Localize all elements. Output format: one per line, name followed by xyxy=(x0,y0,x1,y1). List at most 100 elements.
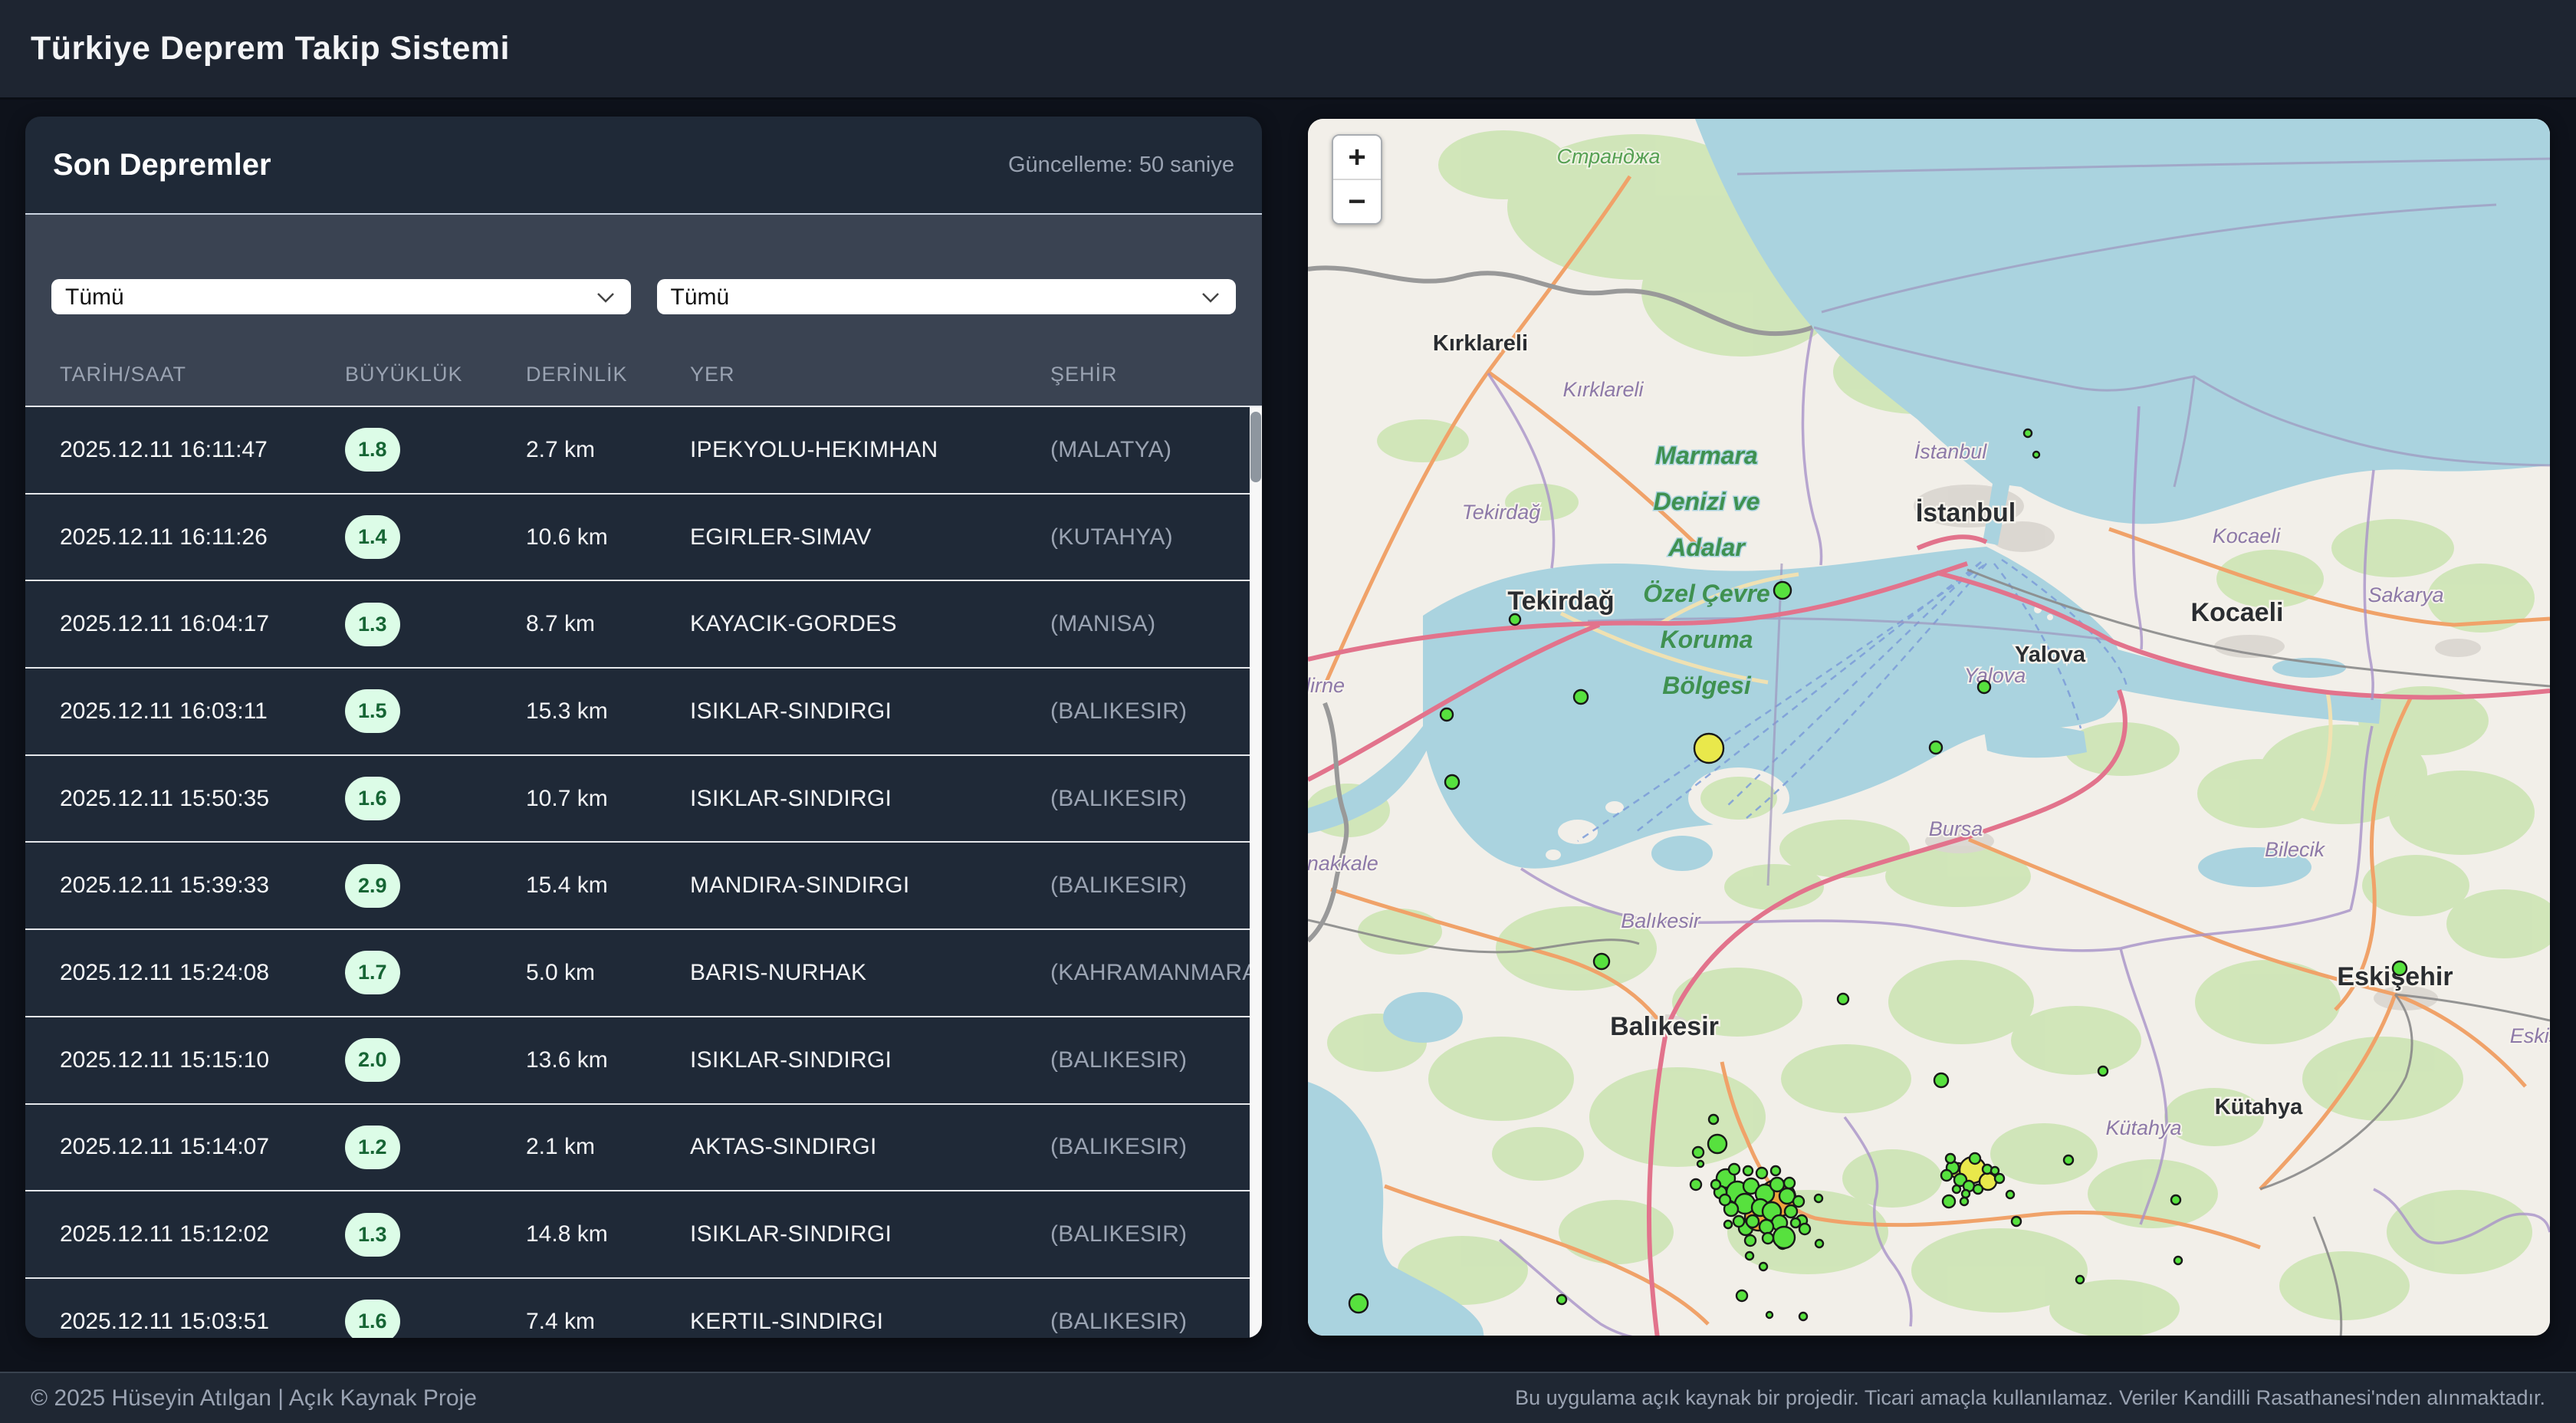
earthquake-marker[interactable] xyxy=(1773,1227,1795,1248)
earthquake-marker[interactable] xyxy=(1709,1115,1718,1124)
scrollbar-thumb[interactable] xyxy=(1250,412,1261,482)
earthquake-marker[interactable] xyxy=(1784,1178,1795,1188)
earthquake-marker[interactable] xyxy=(1970,1153,1980,1164)
map-label: Kütahya xyxy=(2105,1116,2181,1139)
table-row[interactable]: 2025.12.11 15:14:071.22.1 kmAKTAS-SINDIR… xyxy=(25,1105,1262,1192)
table-row[interactable]: 2025.12.11 16:04:171.38.7 kmKAYACIK-GORD… xyxy=(25,581,1262,669)
cell-city: (BALIKESIR) xyxy=(1050,1134,1262,1160)
map-label: Странджа xyxy=(1556,145,1660,168)
table-row[interactable]: 2025.12.11 15:39:332.915.4 kmMANDIRA-SIN… xyxy=(25,843,1262,930)
earthquake-marker[interactable] xyxy=(1815,1240,1823,1247)
earthquake-marker[interactable] xyxy=(1763,1233,1773,1244)
earthquake-marker[interactable] xyxy=(1774,582,1791,599)
earthquake-marker[interactable] xyxy=(1756,1168,1767,1178)
earthquake-marker[interactable] xyxy=(1733,1216,1744,1227)
earthquake-marker[interactable] xyxy=(1743,1166,1753,1175)
earthquake-marker[interactable] xyxy=(2012,1217,2021,1226)
map[interactable]: СтранджаKırklareliKırklarelidirneTekirda… xyxy=(1308,119,2550,1336)
cell-magnitude: 1.8 xyxy=(345,428,526,472)
earthquake-marker[interactable] xyxy=(2076,1276,2084,1283)
earthquake-marker[interactable] xyxy=(1349,1294,1368,1313)
earthquake-marker[interactable] xyxy=(1799,1224,1810,1234)
map-label: Çanakkale xyxy=(1308,852,1378,875)
earthquake-marker[interactable] xyxy=(1746,1215,1759,1227)
earthquake-marker[interactable] xyxy=(1445,775,1459,789)
earthquake-marker[interactable] xyxy=(2006,1191,2014,1198)
cell-datetime: 2025.12.11 16:11:47 xyxy=(60,437,345,463)
footer-copyright: © 2025 Hüseyin Atılgan | Açık Kaynak Pro… xyxy=(31,1385,477,1411)
top-header-bar: Türkiye Deprem Takip Sistemi xyxy=(0,0,2576,100)
earthquake-marker[interactable] xyxy=(1745,1235,1756,1246)
cell-city: (BALIKESIR) xyxy=(1050,698,1262,725)
lake-sapanca xyxy=(2272,658,2346,678)
earthquake-marker[interactable] xyxy=(1694,734,1723,763)
earthquake-marker[interactable] xyxy=(1793,1196,1804,1207)
table-row[interactable]: 2025.12.11 15:15:102.013.6 kmISIKLAR-SIN… xyxy=(25,1017,1262,1105)
earthquake-marker[interactable] xyxy=(1737,1290,1747,1301)
earthquake-marker[interactable] xyxy=(1815,1195,1822,1202)
earthquake-marker[interactable] xyxy=(1557,1295,1566,1304)
earthquake-marker[interactable] xyxy=(1510,614,1520,625)
earthquake-marker[interactable] xyxy=(2174,1257,2182,1264)
earthquake-marker[interactable] xyxy=(1708,1135,1727,1153)
magnitude-filter-select[interactable]: Tümü xyxy=(51,279,631,314)
earthquake-marker[interactable] xyxy=(1693,1147,1704,1158)
earthquake-marker[interactable] xyxy=(1934,1073,1948,1087)
earthquake-marker[interactable] xyxy=(1697,1161,1704,1167)
earthquake-marker[interactable] xyxy=(1441,708,1453,721)
earthquake-marker[interactable] xyxy=(2098,1066,2108,1076)
table-scrollbar[interactable] xyxy=(1250,407,1262,1338)
earthquake-marker[interactable] xyxy=(1785,1205,1797,1218)
earthquake-marker[interactable] xyxy=(1594,954,1609,969)
cell-city: (MALATYA) xyxy=(1050,437,1262,463)
map-label: Eskiş xyxy=(2510,1024,2550,1047)
map-label: Yalova xyxy=(1964,664,2026,687)
table-row[interactable]: 2025.12.11 16:11:261.410.6 kmEGIRLER-SIM… xyxy=(25,495,1262,582)
cell-datetime: 2025.12.11 15:50:35 xyxy=(60,786,345,812)
earthquake-marker[interactable] xyxy=(1746,1252,1753,1260)
earthquake-marker[interactable] xyxy=(1729,1164,1740,1175)
earthquake-marker[interactable] xyxy=(1995,1174,2004,1183)
cell-city: (MANISA) xyxy=(1050,611,1262,637)
earthquake-marker[interactable] xyxy=(1962,1190,1970,1198)
table-row[interactable]: 2025.12.11 16:03:111.515.3 kmISIKLAR-SIN… xyxy=(25,669,1262,756)
cell-depth: 15.3 km xyxy=(526,698,690,725)
earthquake-marker[interactable] xyxy=(1930,741,1942,754)
table-row[interactable]: 2025.12.11 15:12:021.314.8 kmISIKLAR-SIN… xyxy=(25,1191,1262,1279)
earthquake-marker[interactable] xyxy=(1838,994,1848,1004)
earthquake-marker[interactable] xyxy=(1941,1170,1952,1181)
earthquake-marker[interactable] xyxy=(2393,961,2407,975)
earthquake-marker[interactable] xyxy=(1978,681,1990,693)
earthquake-marker[interactable] xyxy=(1691,1179,1701,1190)
earthquake-marker[interactable] xyxy=(1943,1195,1955,1208)
earthquake-marker[interactable] xyxy=(2033,452,2039,458)
table-row[interactable]: 2025.12.11 15:03:511.67.4 kmKERTIL-SINDI… xyxy=(25,1279,1262,1338)
earthquake-marker[interactable] xyxy=(2024,429,2032,437)
zoom-in-button[interactable]: + xyxy=(1333,136,1381,179)
earthquake-marker[interactable] xyxy=(1760,1263,1767,1270)
earthquake-marker[interactable] xyxy=(1766,1312,1773,1318)
table-row[interactable]: 2025.12.11 15:24:081.75.0 kmBARIS-NURHAK… xyxy=(25,930,1262,1017)
zoom-out-button[interactable]: − xyxy=(1333,180,1381,223)
earthquake-marker[interactable] xyxy=(1799,1313,1807,1320)
col-datetime: TARİH/SAAT xyxy=(60,363,345,386)
earthquake-marker[interactable] xyxy=(2171,1195,2180,1204)
table-row[interactable]: 2025.12.11 16:11:471.82.7 kmIPEKYOLU-HEK… xyxy=(25,407,1262,495)
earthquake-marker[interactable] xyxy=(1760,1220,1773,1234)
earthquake-marker[interactable] xyxy=(1574,690,1588,704)
magnitude-badge: 1.8 xyxy=(345,428,400,472)
earthquake-marker[interactable] xyxy=(1960,1198,1968,1205)
earthquake-marker[interactable] xyxy=(1711,1180,1720,1189)
earthquake-marker[interactable] xyxy=(1973,1185,1983,1194)
earthquake-marker[interactable] xyxy=(1791,1218,1800,1227)
earthquake-marker[interactable] xyxy=(1720,1195,1730,1205)
earthquake-marker[interactable] xyxy=(1953,1185,1960,1193)
earthquake-marker[interactable] xyxy=(1724,1221,1732,1228)
cell-place: ISIKLAR-SINDIRGI xyxy=(690,1047,1050,1073)
earthquake-marker[interactable] xyxy=(1771,1166,1780,1175)
table-row[interactable]: 2025.12.11 15:50:351.610.7 kmISIKLAR-SIN… xyxy=(25,756,1262,843)
city-filter-select[interactable]: Tümü xyxy=(657,279,1237,314)
cell-datetime: 2025.12.11 16:03:11 xyxy=(60,698,345,725)
earthquake-marker[interactable] xyxy=(2064,1155,2073,1165)
earthquake-marker[interactable] xyxy=(1946,1154,1955,1163)
